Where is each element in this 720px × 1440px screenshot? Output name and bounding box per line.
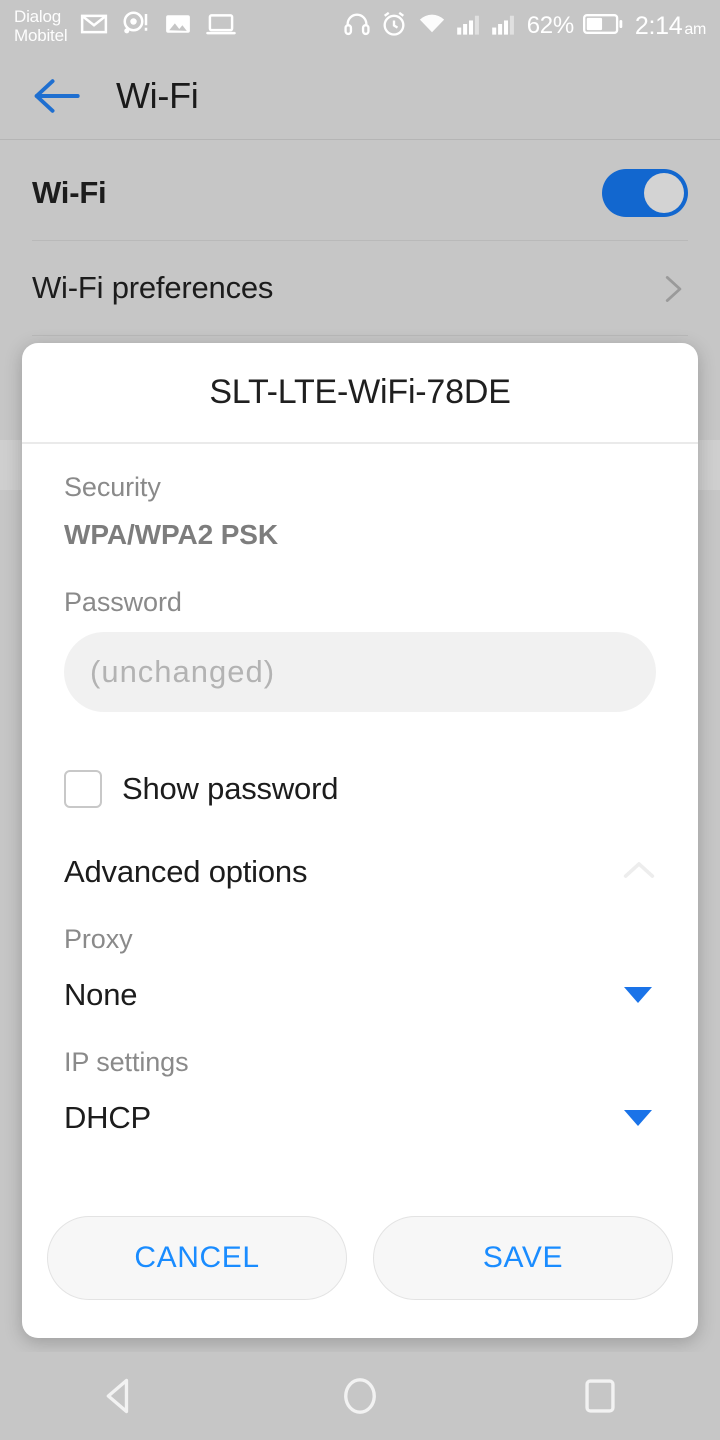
triangle-down-icon[interactable] [624,1110,652,1126]
advanced-options-label: Advanced options [64,854,308,889]
show-password-row[interactable]: Show password [64,770,656,808]
ip-settings-spinner[interactable]: DHCP [64,1100,656,1136]
show-password-checkbox[interactable] [64,770,102,808]
phone-screen: Dialog Mobitel 62% 2:14 am Wi-Fi Wi-Fi W… [0,0,720,1440]
nav-back-triangle-icon[interactable] [0,1374,240,1418]
wifi-network-dialog: SLT-LTE-WiFi-78DE Security WPA/WPA2 PSK … [22,343,698,1338]
dialog-title: SLT-LTE-WiFi-78DE [209,373,511,411]
ip-settings-field: IP settings DHCP [64,1047,656,1136]
security-field: Security WPA/WPA2 PSK [64,444,656,551]
advanced-options-row[interactable]: Advanced options [64,854,656,890]
triangle-down-icon[interactable] [624,987,652,1003]
password-placeholder: (unchanged) [90,654,276,689]
password-field: Password (unchanged) [64,587,656,712]
save-button[interactable]: SAVE [373,1216,673,1300]
cancel-button[interactable]: CANCEL [47,1216,347,1300]
security-label: Security [64,472,161,502]
show-password-label: Show password [122,771,339,806]
dialog-body: Security WPA/WPA2 PSK Password (unchange… [22,444,698,1136]
ip-settings-value: DHCP [64,1100,152,1135]
system-navigation-bar [0,1352,720,1440]
proxy-spinner[interactable]: None [64,977,656,1013]
proxy-field: Proxy None [64,924,656,1013]
password-input[interactable]: (unchanged) [64,632,656,712]
nav-home-circle-icon[interactable] [240,1374,480,1418]
proxy-value: None [64,977,138,1012]
password-label: Password [64,587,182,617]
chevron-up-icon[interactable] [622,859,656,886]
nav-recents-square-icon[interactable] [480,1374,720,1418]
dialog-button-bar: CANCEL SAVE [22,1178,698,1338]
security-value: WPA/WPA2 PSK [64,519,278,550]
ip-settings-label: IP settings [64,1047,189,1077]
proxy-label: Proxy [64,924,133,954]
